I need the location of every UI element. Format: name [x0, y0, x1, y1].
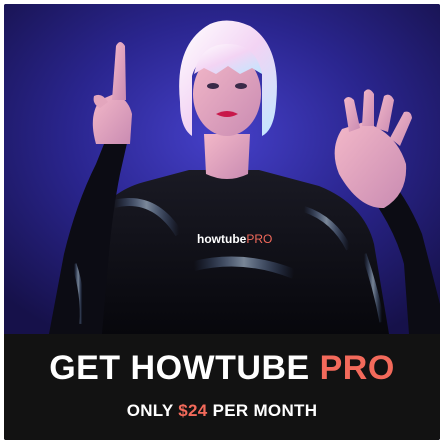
price-value: $24 [178, 401, 208, 420]
headline-accent: PRO [319, 349, 395, 387]
headline: GET HOWTUBE PRO [4, 348, 440, 388]
howtube-pro-ad[interactable]: howtubePRO GET HOWTUBE PRO ONLY $24 PER … [4, 4, 440, 440]
subline-prefix: ONLY [126, 401, 174, 420]
shirt-logo-suffix: PRO [246, 232, 273, 246]
model-photo [4, 4, 440, 334]
headline-main: GET HOWTUBE [49, 349, 310, 387]
shirt-logo: howtubePRO [197, 232, 272, 246]
neck [204, 134, 250, 179]
price-subline: ONLY $24 PER MONTH [4, 400, 440, 422]
subline-suffix: PER MONTH [212, 401, 318, 420]
shirt-logo-brand: howtube [197, 232, 247, 246]
